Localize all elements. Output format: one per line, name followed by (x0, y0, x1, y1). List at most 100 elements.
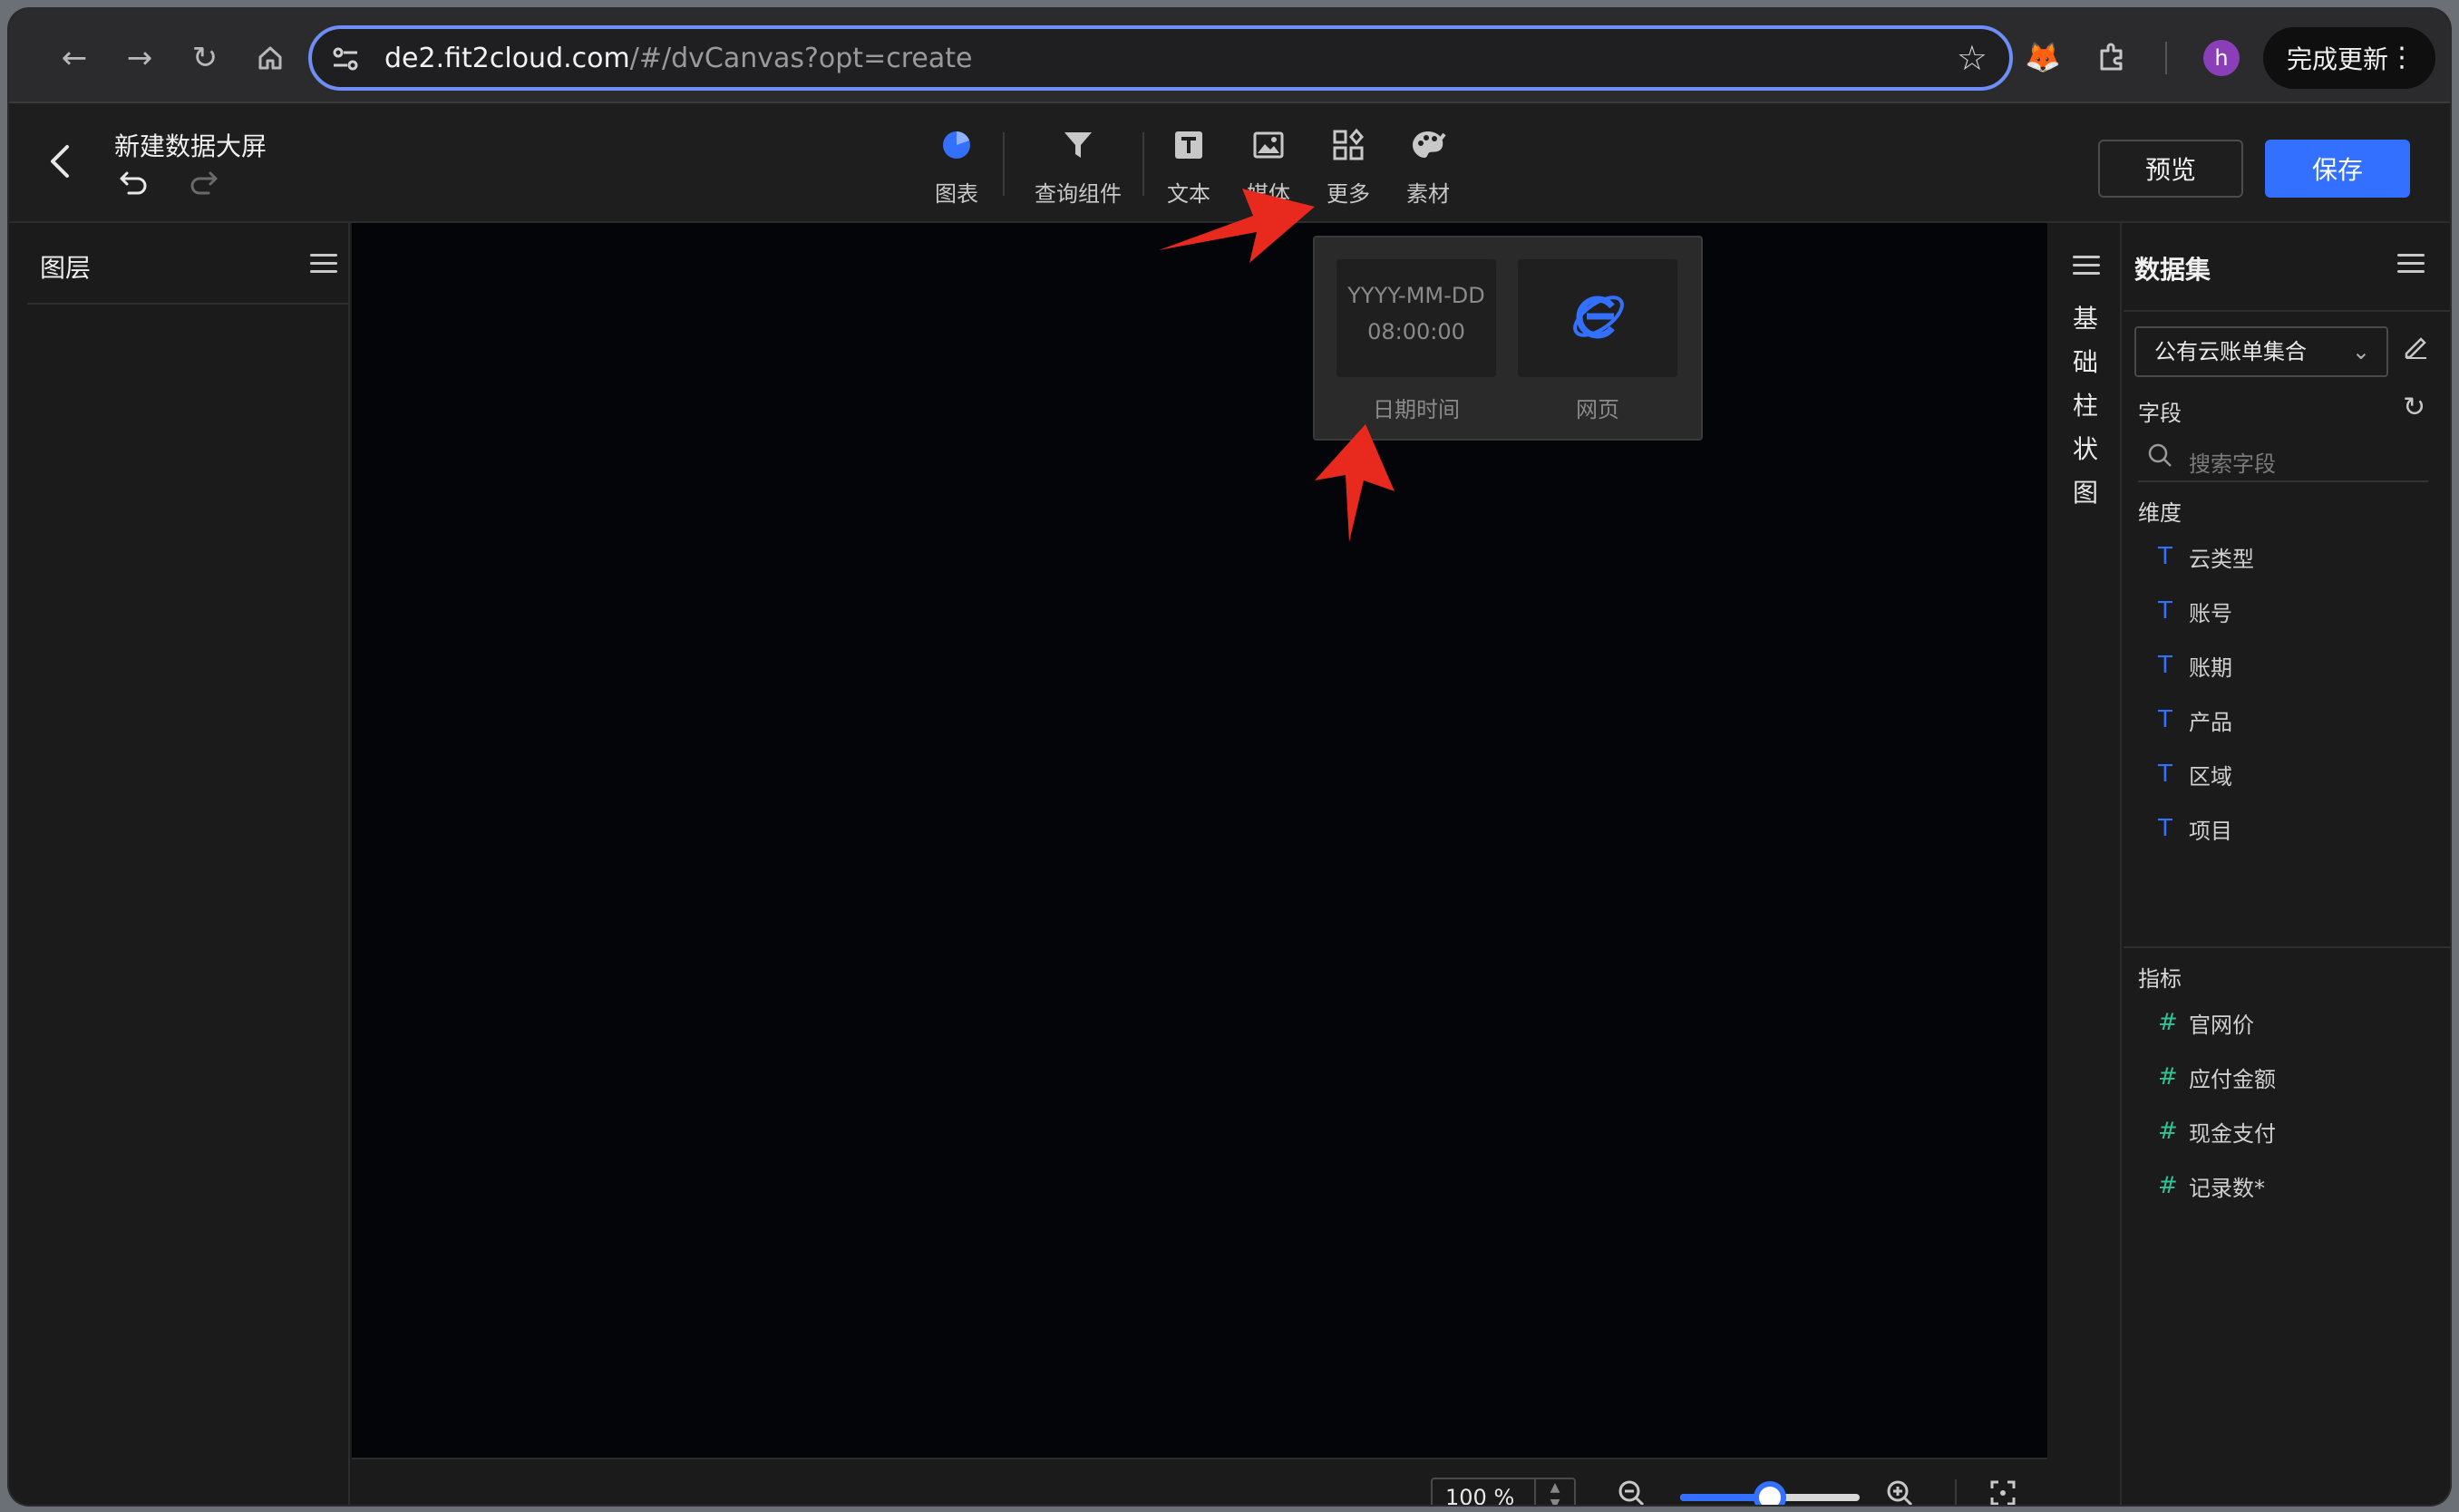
zoom-percent-input[interactable]: 100 % ▲ ▼ (1431, 1478, 1576, 1505)
number-type-icon: # (2158, 1009, 2178, 1036)
chart-type-label[interactable]: 基础柱状图 (2069, 297, 2102, 515)
field-search[interactable]: 搜索字段 (2138, 437, 2428, 482)
number-type-icon: # (2158, 1172, 2178, 1199)
toolbar-more-label: 更多 (1327, 181, 1370, 207)
toolbar-query-label: 查询组件 (1035, 181, 1122, 207)
grid-more-icon (1332, 121, 1365, 169)
dimension-field[interactable]: T 云类型 (2158, 538, 2254, 575)
dataset-title: 数据集 (2134, 255, 2211, 285)
save-button[interactable]: 保存 (2265, 140, 2410, 198)
zoom-stepper[interactable]: ▲ ▼ (1534, 1479, 1574, 1505)
back-chevron-icon[interactable] (47, 143, 73, 189)
toolbar-divider (2165, 42, 2167, 74)
update-label: 完成更新 (2287, 44, 2389, 74)
browser-forward-icon[interactable]: → (116, 34, 163, 82)
field-name: 记录数* (2189, 1175, 2265, 1201)
filter-icon (1062, 121, 1094, 169)
collapse-menu-icon[interactable] (310, 254, 337, 276)
measure-field[interactable]: # 应付金额 (2158, 1059, 2276, 1095)
pie-chart-icon (940, 121, 973, 169)
address-bar[interactable]: de2.fit2cloud.com/#/dvCanvas?opt=create … (308, 25, 2013, 91)
edit-dataset-icon[interactable] (2403, 334, 2428, 365)
toolbar-material[interactable]: 素材 (1387, 121, 1469, 208)
zoom-slider-thumb[interactable] (1754, 1481, 1786, 1505)
update-button[interactable]: 完成更新 ⋮ (2263, 27, 2435, 89)
browser-reload-icon[interactable]: ↻ (181, 34, 228, 82)
search-placeholder: 搜索字段 (2189, 451, 2276, 477)
bar-divider (1955, 1479, 1957, 1505)
profile-avatar[interactable]: h (2203, 40, 2240, 76)
datetime-component-card[interactable]: YYYY-MM-DD 08:00:00 (1336, 259, 1496, 377)
chart-properties-strip: 基础柱状图 (2049, 223, 2122, 1505)
measure-field[interactable]: # 官网价 (2158, 1004, 2254, 1041)
annotation-arrow-icon (1159, 189, 1315, 263)
dataset-selected: 公有云账单集合 (2154, 339, 2307, 364)
dashboard-canvas[interactable] (352, 223, 2047, 1458)
metamask-extension-icon[interactable]: 🦊 (2022, 36, 2064, 78)
layers-title: 图层 (40, 253, 92, 283)
toolbar-query[interactable]: 查询组件 (1019, 121, 1137, 208)
dimension-field[interactable]: T 账号 (2158, 593, 2232, 629)
more-vert-icon: ⋮ (2388, 42, 2415, 73)
dimension-field[interactable]: T 产品 (2158, 702, 2232, 738)
dataset-select[interactable]: 公有云账单集合 ⌄ (2134, 326, 2388, 377)
layers-panel: 图层 (27, 223, 350, 1505)
search-icon (2147, 442, 2172, 474)
collapse-dataset-icon[interactable] (2397, 254, 2425, 276)
datetime-preview-time: 08:00:00 (1367, 319, 1465, 344)
field-name: 应付金额 (2189, 1066, 2276, 1092)
url-text: de2.fit2cloud.com/#/dvCanvas?opt=create (384, 43, 973, 74)
browser-back-icon[interactable]: ← (51, 34, 98, 82)
dimension-field[interactable]: T 区域 (2158, 756, 2232, 792)
text-type-icon: T (2158, 597, 2172, 625)
measure-field[interactable]: # 记录数* (2158, 1168, 2265, 1204)
webpage-label: 网页 (1576, 397, 1619, 422)
number-type-icon: # (2158, 1063, 2178, 1090)
site-settings-icon[interactable] (328, 42, 363, 76)
field-name: 项目 (2189, 818, 2232, 844)
bookmark-star-icon[interactable]: ☆ (1957, 40, 1988, 76)
screen-title[interactable]: 新建数据大屏 (114, 127, 267, 163)
field-name: 云类型 (2189, 546, 2254, 572)
annotation-arrow-icon (1315, 424, 1395, 542)
zoom-out-icon[interactable] (1618, 1479, 1645, 1505)
webpage-component-card[interactable] (1518, 259, 1677, 377)
dimension-field[interactable]: T 账期 (2158, 647, 2232, 683)
browser-home-icon[interactable] (247, 34, 294, 82)
preview-button[interactable]: 预览 (2098, 140, 2243, 198)
chevron-down-icon: ⌄ (2351, 339, 2370, 364)
toolbar-divider (1003, 132, 1005, 196)
more-components-popover: YYYY-MM-DD 08:00:00 日期时间 网页 (1313, 236, 1703, 441)
toolbar-chart-label: 图表 (935, 181, 978, 207)
toolbar-chart[interactable]: 图表 (907, 121, 1006, 208)
toolbar-material-label: 素材 (1406, 181, 1450, 207)
text-type-icon: T (2158, 706, 2172, 733)
text-type-icon: T (2158, 543, 2172, 570)
image-icon (1252, 121, 1285, 169)
dataset-panel: 数据集 公有云账单集合 ⌄ 字段 ↻ 搜索字段 维度 T 云类型 T 账号 T 账期 … (2124, 223, 2450, 1505)
measure-field[interactable]: # 现金支付 (2158, 1113, 2276, 1149)
palette-icon (1410, 121, 1446, 169)
redo-icon[interactable] (189, 169, 219, 205)
fields-label: 字段 (2138, 401, 2182, 426)
divider (2124, 946, 2450, 948)
webpage-icon (1570, 286, 1627, 350)
field-name: 账期 (2189, 654, 2232, 681)
divider (2124, 310, 2450, 312)
extensions-puzzle-icon[interactable] (2091, 36, 2133, 78)
text-icon (1172, 121, 1205, 169)
datetime-preview-date: YYYY-MM-DD (1347, 283, 1485, 308)
zoom-unit: % (1493, 1485, 1515, 1505)
expand-panel-icon[interactable] (2073, 256, 2100, 277)
undo-icon[interactable] (118, 169, 149, 205)
fit-screen-icon[interactable] (1989, 1479, 2017, 1505)
number-type-icon: # (2158, 1118, 2178, 1145)
zoom-slider[interactable] (1680, 1481, 1860, 1505)
canvas-zoom-bar: 100 % ▲ ▼ (352, 1458, 2047, 1505)
field-name: 产品 (2189, 709, 2232, 735)
zoom-in-icon[interactable] (1886, 1479, 1913, 1505)
text-type-icon: T (2158, 652, 2172, 679)
field-name: 账号 (2189, 600, 2232, 626)
dimension-field[interactable]: T 项目 (2158, 810, 2232, 847)
refresh-icon[interactable]: ↻ (2403, 392, 2425, 423)
